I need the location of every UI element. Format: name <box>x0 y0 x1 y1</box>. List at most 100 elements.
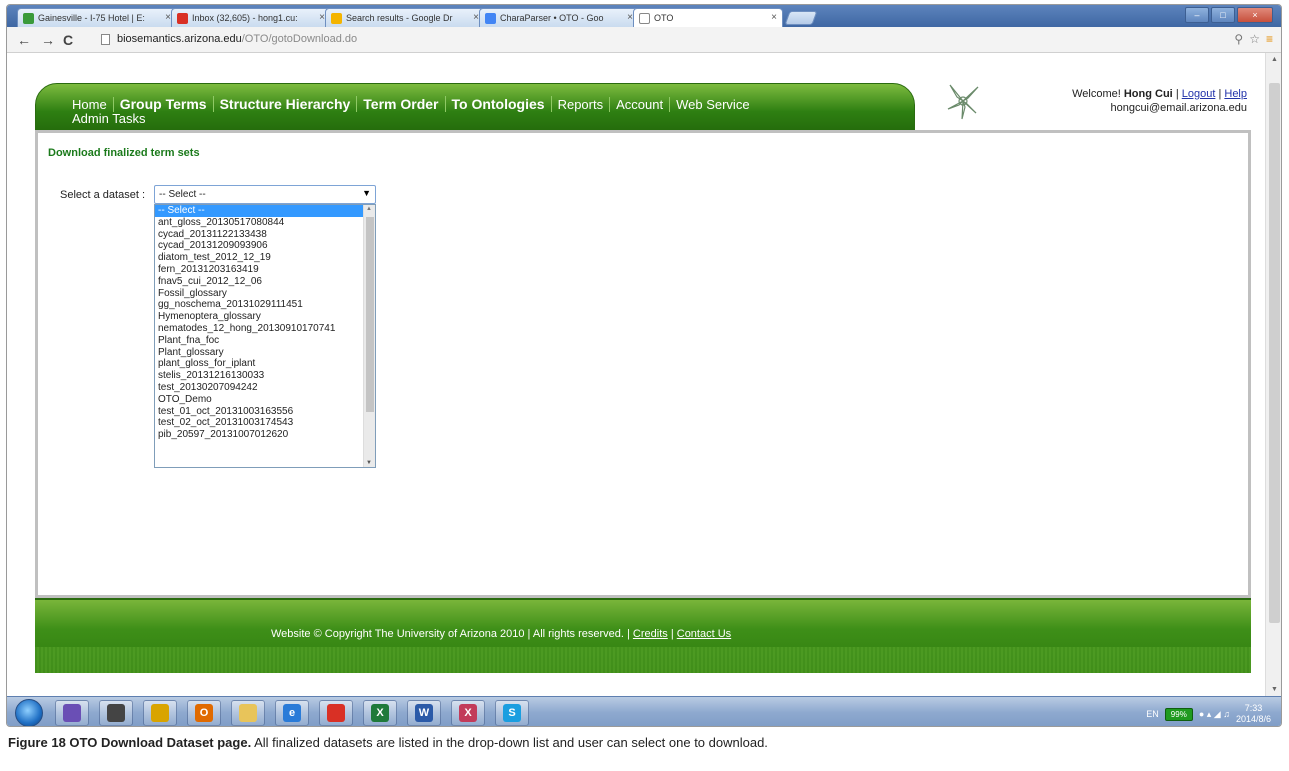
nav-item[interactable]: Web Service <box>670 97 755 112</box>
dataset-option[interactable]: nematodes_12_hong_20130910170741 <box>155 323 375 335</box>
word-icon: W <box>415 704 433 722</box>
dataset-option[interactable]: plant_gloss_for_iplant <box>155 358 375 370</box>
dataset-option[interactable]: test_02_oct_20131003174543 <box>155 417 375 429</box>
scroll-down-icon[interactable]: ▼ <box>1271 686 1278 693</box>
site-logo-icon <box>947 84 979 120</box>
figure-caption-label: Figure 18 OTO Download Dataset page. <box>8 735 252 750</box>
site-nav-bar: Home Group Terms Structure Hierarchy Term O… <box>35 83 915 131</box>
zoom-icon[interactable]: ⚲ <box>1234 32 1243 46</box>
taskbar-app-button[interactable] <box>231 700 265 726</box>
dataset-dropdown-list[interactable]: -- Select -- ant_gloss_20130517080844 cyca… <box>154 204 376 468</box>
dataset-option[interactable]: pib_20597_20131007012620 <box>155 429 375 441</box>
scrollbar-thumb[interactable] <box>366 217 374 412</box>
footer-stripe <box>35 647 1251 673</box>
content-panel: Download finalized term sets Select a da… <box>35 130 1251 598</box>
nav-item[interactable]: Structure Hierarchy <box>214 96 358 112</box>
window-controls: – □ × <box>1185 7 1273 23</box>
tab-favicon-icon <box>331 13 342 24</box>
dataset-option[interactable]: fern_20131203163419 <box>155 264 375 276</box>
browser-tab[interactable]: Gainesville - I-75 Hotel | E: × <box>17 8 177 27</box>
taskbar-app-button[interactable] <box>55 700 89 726</box>
scroll-up-icon[interactable]: ▲ <box>1271 56 1278 63</box>
os-taskbar: Oe X W X S EN 99% ● ▴ ◢ ♫ 7:33 2014/8/6 <box>7 696 1281 726</box>
dataset-option[interactable]: diatom_test_2012_12_19 <box>155 252 375 264</box>
taskbar-app-button[interactable]: X <box>451 700 485 726</box>
nav-item[interactable]: Term Order <box>357 96 446 112</box>
dataset-option[interactable]: test_01_oct_20131003163556 <box>155 406 375 418</box>
clock[interactable]: 7:33 2014/8/6 <box>1236 703 1271 725</box>
close-tab-icon[interactable]: × <box>771 12 777 23</box>
firefox-icon <box>63 704 81 722</box>
dataset-option[interactable]: fnav5_cui_2012_12_06 <box>155 276 375 288</box>
dataset-select[interactable]: -- Select -- ▼ <box>154 185 376 204</box>
dataset-option[interactable]: -- Select -- <box>155 205 375 217</box>
dataset-option[interactable]: Hymenoptera_glossary <box>155 311 375 323</box>
dataset-option[interactable]: Plant_fna_foc <box>155 335 375 347</box>
tray-icons[interactable]: ● ▴ ◢ ♫ <box>1199 709 1230 720</box>
nav-admin-tasks[interactable]: Admin Tasks <box>72 111 145 126</box>
start-button-icon[interactable] <box>15 699 43 726</box>
browser-tab[interactable]: OTO × <box>633 8 783 27</box>
ie-icon: e <box>283 704 301 722</box>
tab-label: OTO <box>654 13 674 23</box>
dropdown-scrollbar[interactable]: ▲ ▼ <box>363 205 375 467</box>
page-scrollbar-thumb[interactable] <box>1269 83 1280 623</box>
tab-label: CharaParser • OTO - Goo <box>500 13 604 23</box>
taskbar-app-button[interactable] <box>99 700 133 726</box>
dataset-option[interactable]: cycad_20131209093906 <box>155 240 375 252</box>
tab-label: Gainesville - I-75 Hotel | E: <box>38 13 145 23</box>
page-viewport: Home Group Terms Structure Hierarchy Term O… <box>7 53 1265 696</box>
nav-item[interactable]: To Ontologies <box>446 96 552 112</box>
close-window-icon[interactable]: × <box>1237 7 1273 23</box>
new-tab-button[interactable] <box>784 11 818 25</box>
footer-copyright: Website © Copyright The University of Ar… <box>271 628 630 640</box>
page-scrollbar[interactable]: ▲ ▼ <box>1265 53 1281 696</box>
nav-item[interactable]: Home <box>66 96 114 112</box>
logout-link[interactable]: Logout <box>1182 88 1216 100</box>
nav-item[interactable]: Group Terms <box>114 96 214 112</box>
reload-icon[interactable]: C <box>63 32 73 48</box>
taskbar-app-button[interactable]: O <box>187 700 221 726</box>
dataset-option[interactable]: Fossil_glossary <box>155 288 375 300</box>
clock-time: 7:33 <box>1244 703 1263 713</box>
dataset-option[interactable]: stelis_20131216130033 <box>155 370 375 382</box>
browser-tab[interactable]: Inbox (32,605) - hong1.cu: × <box>171 8 331 27</box>
chevron-down-icon: ▼ <box>362 188 371 198</box>
system-tray: EN 99% ● ▴ ◢ ♫ 7:33 2014/8/6 <box>1146 703 1271 725</box>
maximize-icon[interactable]: □ <box>1211 7 1235 23</box>
welcome-separator: | <box>1175 88 1179 100</box>
dataset-option[interactable]: OTO_Demo <box>155 394 375 406</box>
scroll-down-icon[interactable]: ▼ <box>366 460 372 466</box>
scroll-up-icon[interactable]: ▲ <box>366 206 372 212</box>
nav-item[interactable]: Reports <box>552 96 611 112</box>
dataset-option[interactable]: Plant_glossary <box>155 347 375 359</box>
browser-tab[interactable]: CharaParser • OTO - Goo × <box>479 8 639 27</box>
taskbar-app-button[interactable]: e <box>275 700 309 726</box>
nav-item[interactable]: Account <box>610 96 671 112</box>
language-indicator[interactable]: EN <box>1146 709 1159 719</box>
bookmark-star-icon[interactable]: ☆ <box>1249 32 1260 46</box>
minimize-icon[interactable]: – <box>1185 7 1209 23</box>
taskbar-app-button[interactable] <box>143 700 177 726</box>
taskbar-app-button[interactable] <box>319 700 353 726</box>
contact-us-link[interactable]: Contact Us <box>677 628 731 640</box>
battery-icon[interactable]: 99% <box>1164 707 1193 721</box>
browser-menu-icon[interactable]: ≡ <box>1266 32 1273 46</box>
browser-tab[interactable]: Search results - Google Dr × <box>325 8 485 27</box>
taskbar-app-button[interactable]: X <box>363 700 397 726</box>
address-bar[interactable]: biosemantics.arizona.edu/OTO/gotoDownloa… <box>101 30 1261 49</box>
credits-link[interactable]: Credits <box>633 628 668 640</box>
dataset-option[interactable]: test_20130207094242 <box>155 382 375 394</box>
back-icon[interactable]: ← <box>17 32 31 48</box>
dataset-option[interactable]: gg_noschema_20131029111451 <box>155 299 375 311</box>
user-name: Hong Cui <box>1123 88 1173 100</box>
tab-favicon-icon <box>177 13 188 24</box>
taskbar-app-button[interactable]: S <box>495 700 529 726</box>
dataset-option[interactable]: cycad_20131122133438 <box>155 229 375 241</box>
taskbar-app-button[interactable]: W <box>407 700 441 726</box>
forward-icon[interactable]: → <box>41 32 55 48</box>
dataset-label: Select a dataset : <box>60 189 145 201</box>
tab-favicon-icon <box>639 13 650 24</box>
dataset-option[interactable]: ant_gloss_20130517080844 <box>155 217 375 229</box>
help-link[interactable]: Help <box>1224 88 1247 100</box>
